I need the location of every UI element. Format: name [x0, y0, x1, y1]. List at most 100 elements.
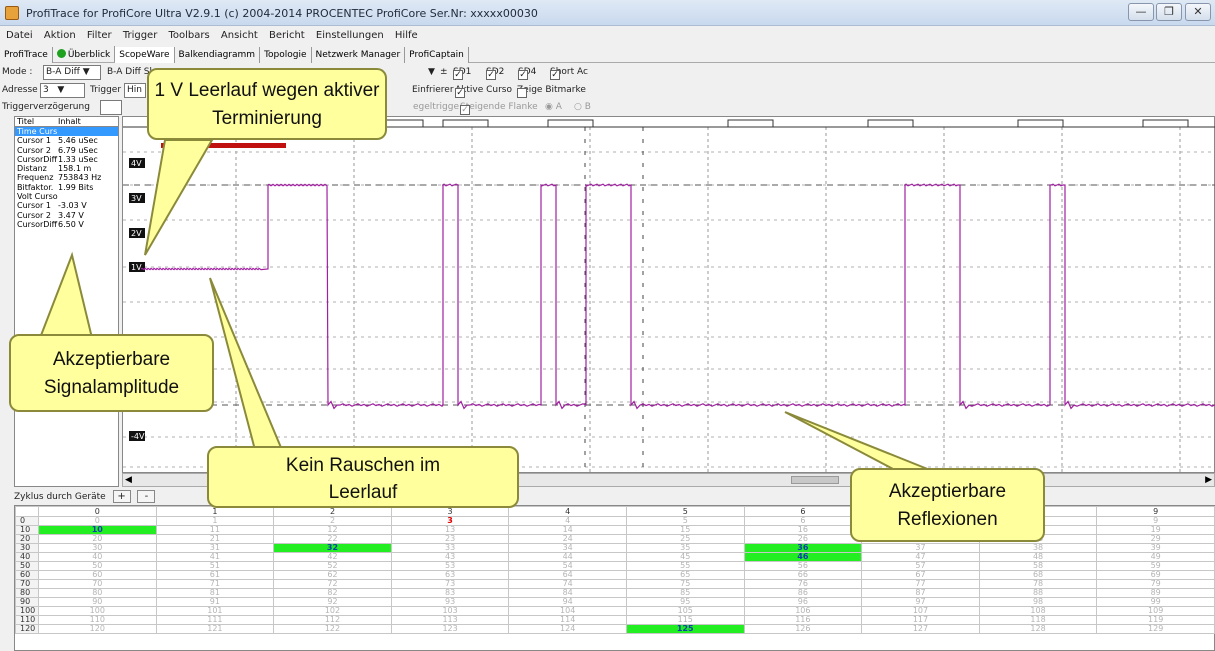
grid-cell[interactable]: 49 [1096, 552, 1215, 562]
grid-cell[interactable]: 111 [155, 615, 275, 625]
radio-a[interactable]: ◉ A [545, 102, 562, 112]
grid-cell[interactable]: 60 [38, 570, 157, 580]
grid-cell[interactable]: 22 [273, 534, 392, 544]
cursor-plus-icon[interactable]: ± [440, 67, 448, 77]
grid-cell[interactable]: 74 [508, 579, 627, 589]
grid-cell[interactable]: 98 [978, 597, 1098, 607]
grid-cell[interactable]: 106 [743, 606, 863, 616]
grid-cell[interactable]: 57 [861, 561, 980, 571]
grid-cell[interactable]: 59 [1096, 561, 1215, 571]
grid-cell[interactable]: 94 [508, 597, 627, 607]
grid-cell[interactable]: 95 [625, 597, 745, 607]
menu-filter[interactable]: Filter [85, 27, 114, 44]
grid-cell[interactable]: 33 [390, 543, 510, 553]
cursor-panel-row[interactable]: Volt Curso [15, 192, 118, 201]
grid-cell[interactable]: 103 [390, 606, 510, 616]
zyklus-plus-button[interactable]: + [112, 490, 131, 503]
grid-cell[interactable]: 25 [625, 534, 745, 544]
close-button[interactable]: ✕ [1185, 3, 1211, 21]
cursor-panel-row[interactable]: Cursor 1 5.46 uSec [15, 136, 118, 145]
grid-cell[interactable]: 110 [38, 615, 157, 625]
grid-cell[interactable]: 51 [155, 561, 275, 571]
grid-cell[interactable]: 91 [155, 597, 275, 607]
grid-cell[interactable]: 48 [978, 552, 1098, 562]
grid-cell[interactable]: 117 [861, 615, 980, 625]
sd4-checkbox[interactable]: ✓SD4 [518, 67, 536, 80]
sd1-checkbox[interactable]: ✓SD1 [453, 67, 471, 80]
trigger-select[interactable]: Hin [124, 83, 146, 98]
cursor-panel-row[interactable]: Distanz 158.1 m [15, 164, 118, 173]
grid-cell[interactable]: 71 [155, 579, 275, 589]
menu-ansicht[interactable]: Ansicht [219, 27, 260, 44]
grid-cell[interactable]: 87 [861, 588, 980, 598]
adresse-select[interactable]: 3 ▼ [40, 83, 85, 98]
grid-cell[interactable]: 73 [390, 579, 510, 589]
grid-cell[interactable]: 75 [625, 579, 745, 589]
grid-cell[interactable]: 101 [155, 606, 275, 616]
grid-cell[interactable]: 36 [743, 543, 863, 553]
grid-cell[interactable]: 81 [155, 588, 275, 598]
grid-cell[interactable]: 72 [273, 579, 392, 589]
grid-cell[interactable]: 34 [508, 543, 627, 553]
grid-cell[interactable]: 65 [625, 570, 745, 580]
grid-cell[interactable]: 113 [390, 615, 510, 625]
header-titel[interactable]: Titel [17, 117, 34, 126]
grid-cell[interactable]: 108 [978, 606, 1098, 616]
tab-scopeware[interactable]: ScopeWare [115, 47, 175, 63]
grid-cell[interactable]: 127 [861, 624, 980, 634]
cursor-panel-row[interactable]: Time Curs [15, 127, 118, 137]
grid-cell[interactable]: 97 [861, 597, 980, 607]
grid-cell[interactable]: 125 [625, 624, 745, 634]
grid-cell[interactable]: 38 [978, 543, 1098, 553]
grid-cell[interactable]: 83 [390, 588, 510, 598]
grid-cell[interactable]: 45 [625, 552, 745, 562]
zyklus-minus-button[interactable]: - [137, 490, 156, 503]
scroll-right-icon[interactable]: ▶ [1205, 475, 1212, 485]
grid-cell[interactable]: 0 [38, 516, 157, 526]
grid-cell[interactable]: 104 [508, 606, 627, 616]
cursor-panel-row[interactable]: Bitfaktor. 1.99 Bits [15, 183, 118, 192]
grid-cell[interactable]: 63 [390, 570, 510, 580]
grid-cell[interactable]: 123 [390, 624, 510, 634]
cursor-panel-row[interactable]: Cursor 1 -3.03 V [15, 201, 118, 210]
grid-cell[interactable]: 124 [508, 624, 627, 634]
grid-cell[interactable]: 5 [625, 516, 745, 526]
grid-cell[interactable]: 66 [743, 570, 863, 580]
grid-cell[interactable]: 15 [625, 525, 745, 535]
grid-cell[interactable]: 100 [38, 606, 157, 616]
grid-cell[interactable]: 112 [273, 615, 392, 625]
grid-cell[interactable]: 102 [273, 606, 392, 616]
minimize-button[interactable]: — [1128, 3, 1154, 21]
grid-cell[interactable]: 44 [508, 552, 627, 562]
grid-cell[interactable]: 78 [978, 579, 1098, 589]
grid-cell[interactable]: 10 [38, 525, 157, 535]
grid-cell[interactable]: 116 [743, 615, 863, 625]
mode-select[interactable]: B-A Diff ▼ [43, 65, 101, 80]
grid-cell[interactable]: 96 [743, 597, 863, 607]
grid-cell[interactable]: 37 [861, 543, 980, 553]
grid-cell[interactable]: 128 [978, 624, 1098, 634]
grid-cell[interactable]: 39 [1096, 543, 1215, 553]
grid-cell[interactable]: 2 [273, 516, 392, 526]
cursor-panel-row[interactable]: Cursor 2 6.79 uSec [15, 146, 118, 155]
grid-cell[interactable]: 70 [38, 579, 157, 589]
cursor-panel-row[interactable]: Cursor 2 3.47 V [15, 211, 118, 220]
grid-cell[interactable]: 88 [978, 588, 1098, 598]
short-checkbox[interactable]: ✓ Short Ac [550, 67, 588, 80]
grid-cell[interactable]: 19 [1096, 525, 1215, 535]
grid-cell[interactable]: 40 [38, 552, 157, 562]
grid-cell[interactable]: 21 [155, 534, 275, 544]
grid-cell[interactable]: 41 [155, 552, 275, 562]
grid-cell[interactable]: 69 [1096, 570, 1215, 580]
menu-einstellungen[interactable]: Einstellungen [314, 27, 386, 44]
tab-balkendiagramm[interactable]: Balkendiagramm [174, 47, 261, 63]
grid-cell[interactable]: 77 [861, 579, 980, 589]
grid-cell[interactable]: 121 [155, 624, 275, 634]
aktive-curso-checkbox[interactable]: ✓ Aktive Curso [455, 85, 512, 98]
grid-cell[interactable]: 42 [273, 552, 392, 562]
grid-cell[interactable]: 54 [508, 561, 627, 571]
grid-cell[interactable]: 24 [508, 534, 627, 544]
grid-cell[interactable]: 50 [38, 561, 157, 571]
grid-cell[interactable]: 20 [38, 534, 157, 544]
grid-cell[interactable]: 31 [155, 543, 275, 553]
